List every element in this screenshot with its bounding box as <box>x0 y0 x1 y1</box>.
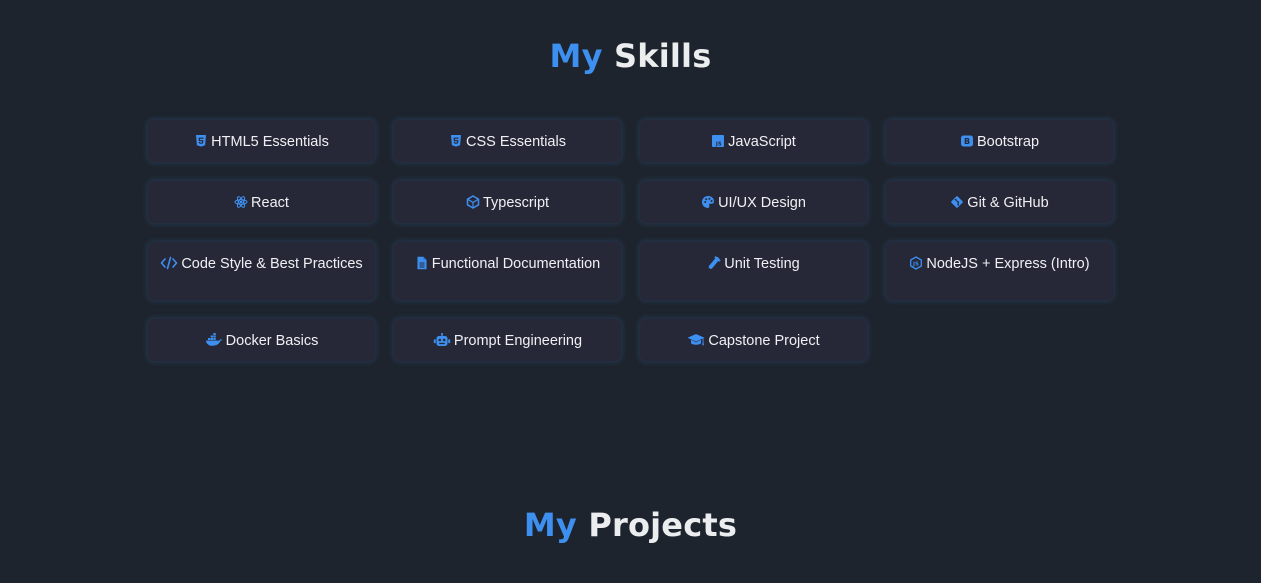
skill-card-nodejs: JS NodeJS + Express (Intro) <box>885 241 1114 301</box>
skill-label: NodeJS + Express (Intro) <box>926 256 1090 272</box>
graduation-cap-icon <box>687 333 705 347</box>
skills-grid: HTML5 Essentials CSS Essentials JS JavaSc… <box>147 119 1114 362</box>
typescript-icon <box>466 195 480 209</box>
projects-title-accent: My <box>523 506 577 544</box>
skill-card-typescript: Typescript <box>393 180 622 224</box>
javascript-icon: JS <box>711 134 725 148</box>
skill-card-capstone: Capstone Project <box>639 318 868 362</box>
skill-card-bootstrap: B Bootstrap <box>885 119 1114 163</box>
svg-text:JS: JS <box>715 142 722 148</box>
portfolio-page: My Skills HTML5 Essentials CSS Essential… <box>0 0 1261 583</box>
skill-card-javascript: JS JavaScript <box>639 119 868 163</box>
skill-label: Unit Testing <box>724 256 800 272</box>
skill-label: Capstone Project <box>708 333 820 349</box>
skill-card-git: Git & GitHub <box>885 180 1114 224</box>
skill-label: HTML5 Essentials <box>211 134 329 150</box>
skill-card-documentation: Functional Documentation <box>393 241 622 301</box>
skill-card-css: CSS Essentials <box>393 119 622 163</box>
palette-icon <box>701 195 715 209</box>
nodejs-icon: JS <box>909 256 923 270</box>
skill-card-unit-testing: Unit Testing <box>639 241 868 301</box>
projects-section-title: My Projects <box>0 505 1261 545</box>
bootstrap-icon: B <box>960 134 974 148</box>
skill-label: Git & GitHub <box>967 195 1049 211</box>
skill-label: Bootstrap <box>976 134 1040 150</box>
skill-label: JavaScript <box>728 134 796 150</box>
code-icon <box>160 256 178 270</box>
css3-icon <box>449 134 463 148</box>
react-icon <box>234 195 248 209</box>
skill-label: Prompt Engineering <box>453 333 583 349</box>
robot-icon <box>433 333 451 347</box>
document-icon <box>415 256 429 270</box>
skill-card-docker: Docker Basics <box>147 318 376 362</box>
skill-label: Typescript <box>482 195 550 211</box>
skill-label: Functional Documentation <box>431 256 601 272</box>
skills-section-title: My Skills <box>0 36 1261 76</box>
skill-card-uiux: UI/UX Design <box>639 180 868 224</box>
svg-text:JS: JS <box>912 261 919 267</box>
skill-card-react: React <box>147 180 376 224</box>
skills-title-rest: Skills <box>613 37 712 75</box>
skill-card-code-style: Code Style & Best Practices <box>147 241 376 301</box>
skill-card-html5: HTML5 Essentials <box>147 119 376 163</box>
skill-label: Code Style & Best Practices <box>181 256 363 272</box>
skill-label: UI/UX Design <box>718 195 806 211</box>
html5-icon <box>194 134 208 148</box>
vial-icon <box>707 256 721 270</box>
skill-card-prompt-engineering: Prompt Engineering <box>393 318 622 362</box>
docker-icon <box>205 333 223 347</box>
skills-title-accent: My <box>549 37 603 75</box>
svg-text:B: B <box>964 137 970 146</box>
skill-label: CSS Essentials <box>466 134 566 150</box>
projects-title-rest: Projects <box>588 506 738 544</box>
git-icon <box>950 195 964 209</box>
skill-label: Docker Basics <box>225 333 319 349</box>
skill-label: React <box>251 195 289 211</box>
